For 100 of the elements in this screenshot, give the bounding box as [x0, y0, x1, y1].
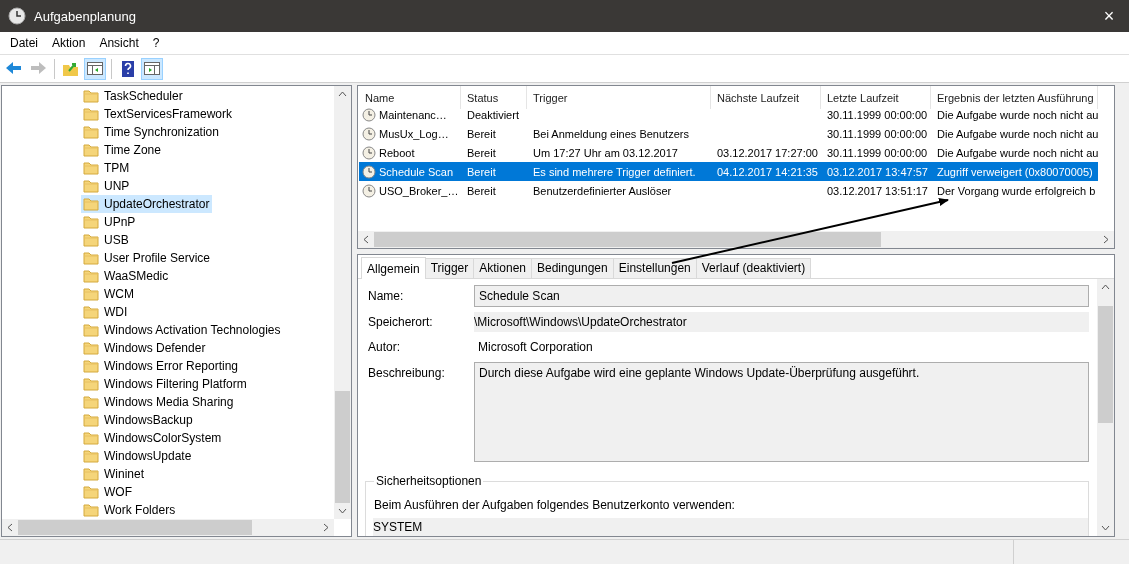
folder-icon: [83, 503, 99, 517]
scroll-right-icon: [1103, 235, 1109, 244]
table-cell-text: Bereit: [466, 145, 497, 161]
folder-icon: [83, 251, 99, 265]
column-header[interactable]: Ergebnis der letzten Ausführung: [931, 86, 1099, 109]
table-cell: 04.12.2017 14:21:35: [711, 162, 821, 181]
clock-icon: [362, 126, 376, 141]
folder-icon: [83, 125, 99, 139]
horizontal-scrollbar[interactable]: [358, 231, 1114, 248]
tree-item[interactable]: WDI: [81, 303, 131, 321]
tree-item[interactable]: Work Folders: [81, 501, 179, 519]
column-header[interactable]: Trigger: [527, 86, 711, 109]
tree-item[interactable]: Windows Defender: [81, 339, 209, 357]
tree-item[interactable]: Time Zone: [81, 141, 164, 159]
clock-icon: [362, 145, 376, 160]
tree-item[interactable]: Windows Media Sharing: [81, 393, 237, 411]
folder-icon: [83, 233, 99, 247]
tree-item[interactable]: WCM: [81, 285, 137, 303]
field-label: Speicherort:: [368, 315, 434, 329]
description-field[interactable]: Durch diese Aufgabe wird eine geplante Windows Update-Überprüfung ausgeführt.: [474, 362, 1089, 462]
tree-item[interactable]: Time Synchronization: [81, 123, 222, 141]
toolbar-button[interactable]: [84, 57, 106, 80]
vertical-scrollbar[interactable]: [334, 86, 351, 519]
table-cell-text: Bei Anmeldung eines Benutzers: [532, 126, 690, 142]
field-label: Autor:: [368, 340, 401, 354]
account-field[interactable]: SYSTEM: [373, 518, 1088, 536]
tree-item[interactable]: USB: [81, 231, 132, 249]
folder-icon: [83, 359, 99, 373]
tree-item[interactable]: Windows Filtering Platform: [81, 375, 250, 393]
menu-item[interactable]: Datei: [3, 36, 45, 50]
tree-item[interactable]: WindowsBackup: [81, 411, 196, 429]
table-cell-text: 30.11.1999 00:00:00: [826, 107, 929, 123]
table-cell[interactable]: Reboot: [359, 143, 461, 162]
tree-item[interactable]: TPM: [81, 159, 133, 177]
tree-item[interactable]: WaaSMedic: [81, 267, 172, 285]
table-cell: Es sind mehrere Trigger definiert.: [527, 162, 711, 181]
close-button[interactable]: ×: [1089, 5, 1129, 27]
tab[interactable]: Aktionen: [473, 258, 532, 278]
tab[interactable]: Allgemein: [361, 257, 426, 279]
table-cell-text: Bereit: [466, 126, 497, 142]
table-cell-text: 30.11.1999 00:00:00: [826, 145, 929, 161]
tab[interactable]: Bedingungen: [531, 258, 614, 278]
tree-item[interactable]: UpdateOrchestrator: [81, 195, 213, 213]
folder-icon: [83, 89, 99, 103]
horizontal-scrollbar[interactable]: [2, 519, 334, 536]
account-prompt: Beim Ausführen der Aufgaben folgendes Benutzerkonto verwenden:: [374, 498, 736, 512]
tree-item[interactable]: WOF: [81, 483, 135, 501]
table-cell-text: Deaktiviert: [466, 107, 520, 123]
panel-icon: [143, 59, 161, 78]
scroll-thumb[interactable]: [18, 520, 252, 535]
scroll-down-icon: [338, 508, 347, 514]
table-cell[interactable]: Schedule Scan: [359, 162, 461, 181]
table-cell-text: Die Aufgabe wurde noch nicht au: [936, 107, 1099, 123]
field-label: Name:: [368, 289, 405, 303]
table-cell[interactable]: MusUx_Log…: [359, 124, 461, 143]
scroll-thumb[interactable]: [335, 390, 350, 503]
menu-item[interactable]: Aktion: [45, 36, 93, 50]
table-cell-text: 03.12.2017 13:51:17: [826, 183, 929, 199]
panel-icon: [86, 59, 104, 78]
column-header[interactable]: Nächste Laufzeit: [711, 86, 821, 109]
table-cell[interactable]: USO_Broker_…: [359, 181, 461, 200]
tree-item[interactable]: Windows Activation Technologies: [81, 321, 284, 339]
folder-icon: [83, 161, 99, 175]
location-field[interactable]: \Microsoft\Windows\UpdateOrchestrator: [474, 312, 1089, 332]
folder-icon: [83, 485, 99, 499]
scroll-up-icon: [338, 91, 347, 97]
tab[interactable]: Trigger: [424, 258, 475, 278]
vertical-scrollbar[interactable]: [1097, 279, 1114, 536]
table-cell-text: Die Aufgabe wurde noch nicht au: [936, 126, 1099, 142]
column-header[interactable]: Status: [461, 86, 527, 109]
column-header[interactable]: Letzte Laufzeit: [821, 86, 931, 109]
scroll-down-icon: [1101, 525, 1110, 531]
author-text: Microsoft Corporation: [477, 339, 594, 356]
tab[interactable]: Einstellungen: [612, 258, 697, 278]
folder-icon: [83, 269, 99, 283]
scroll-thumb[interactable]: [374, 232, 881, 247]
tree-item[interactable]: Windows Error Reporting: [81, 357, 242, 375]
name-field[interactable]: Schedule Scan: [474, 285, 1089, 307]
folder-icon: [83, 377, 99, 391]
tree-item[interactable]: TextServicesFramework: [81, 105, 236, 123]
tree-item[interactable]: UPnP: [81, 213, 139, 231]
tree-item[interactable]: Wininet: [81, 465, 147, 483]
scroll-thumb[interactable]: [1098, 306, 1113, 424]
table-cell-text: Bereit: [466, 183, 497, 199]
clock-icon: [8, 7, 26, 25]
tab[interactable]: Verlauf (deaktiviert): [695, 258, 812, 278]
tree-item[interactable]: WindowsColorSystem: [81, 429, 225, 447]
folder-icon: [83, 395, 99, 409]
table-cell-text: Der Vorgang wurde erfolgreich b: [936, 183, 1097, 199]
tree-item[interactable]: TaskScheduler: [81, 87, 186, 105]
folder-icon: [83, 341, 99, 355]
tree-item[interactable]: User Profile Service: [81, 249, 214, 267]
menu-item[interactable]: Ansicht: [92, 36, 146, 50]
clock-icon: [362, 107, 376, 122]
group-title: Sicherheitsoptionen: [375, 474, 483, 488]
clock-icon: [362, 164, 376, 179]
toolbar-button[interactable]: [141, 57, 163, 80]
tree-item[interactable]: WindowsUpdate: [81, 447, 195, 465]
tree-item[interactable]: UNP: [81, 177, 133, 195]
menu-item[interactable]: ?: [145, 36, 167, 50]
